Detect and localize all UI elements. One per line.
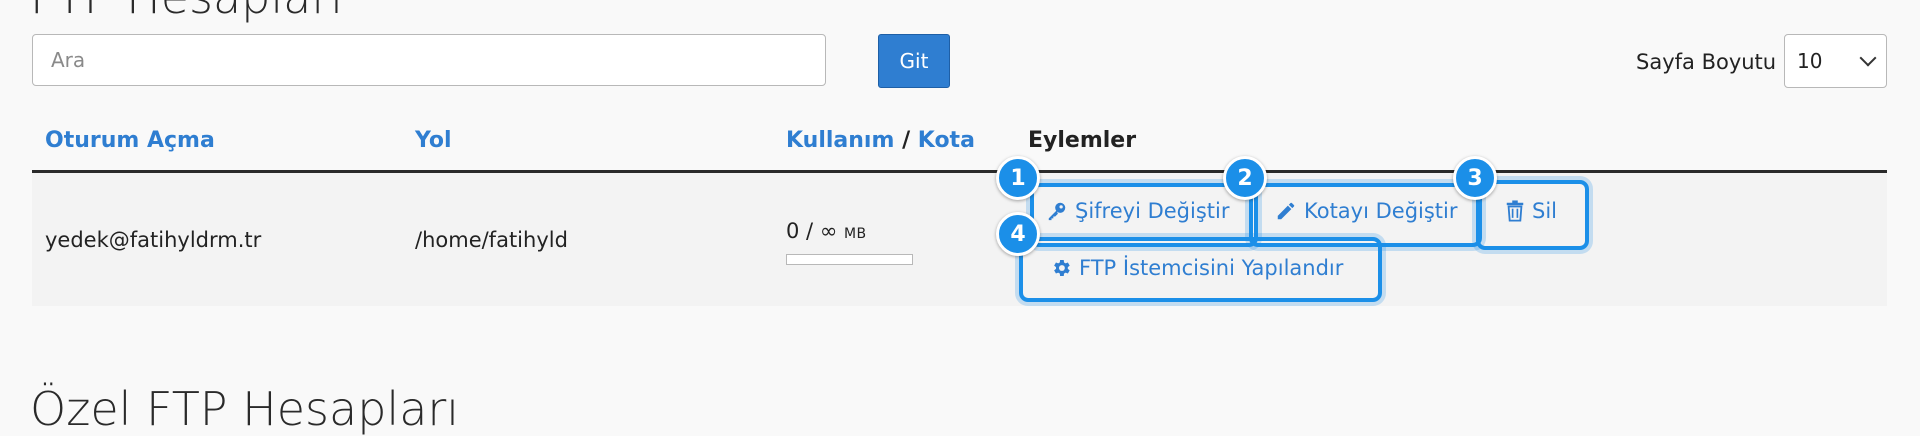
column-header-actions: Eylemler <box>1028 128 1137 153</box>
usage-progress-bar <box>786 254 913 265</box>
go-button[interactable]: Git <box>878 34 950 88</box>
column-header-quota[interactable]: Kota <box>918 128 975 153</box>
badge-4: 4 <box>996 212 1040 256</box>
page-size-select[interactable]: 10 <box>1784 34 1887 88</box>
badge-3: 3 <box>1453 156 1497 200</box>
badge-1: 1 <box>996 156 1040 200</box>
cell-login: yedek@fatihyldrm.tr <box>45 228 262 252</box>
column-header-usage-quota: Kullanım / Kota <box>786 128 975 153</box>
column-header-usage[interactable]: Kullanım <box>786 128 894 153</box>
column-header-login[interactable]: Oturum Açma <box>45 128 215 153</box>
page-title: FTP Hesapları <box>30 0 343 20</box>
page-size-value: 10 <box>1797 49 1823 73</box>
chevron-down-icon <box>1859 49 1877 67</box>
table-row <box>32 173 1887 306</box>
cell-usage: 0 / ∞ MB <box>786 219 867 243</box>
cell-path: /home/fatihyld <box>415 228 568 252</box>
page-size-label: Sayfa Boyutu <box>1636 50 1777 74</box>
search-input[interactable] <box>32 34 826 86</box>
section-title: Özel FTP Hesapları <box>30 382 460 436</box>
column-header-path[interactable]: Yol <box>415 128 452 153</box>
usage-unit: MB <box>843 226 867 242</box>
badge-2: 2 <box>1223 156 1267 200</box>
usage-text: 0 / ∞ <box>786 219 838 243</box>
highlight-box-4 <box>1019 237 1382 302</box>
column-header-separator: / <box>902 128 911 153</box>
